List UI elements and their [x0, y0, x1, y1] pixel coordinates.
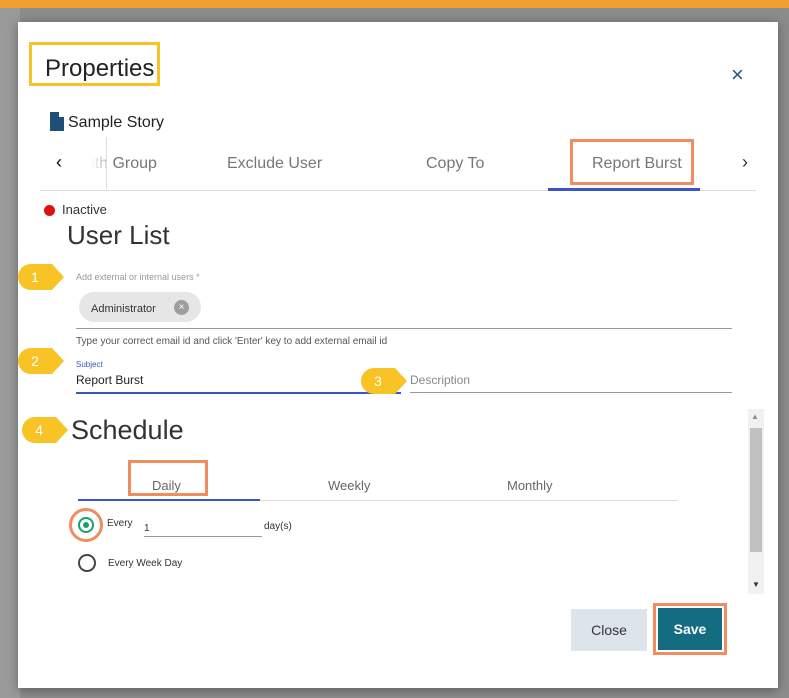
tab-copy-to[interactable]: Copy To	[426, 155, 484, 173]
users-field-label: Add external or internal users *	[76, 272, 200, 282]
daily-active-indicator	[78, 499, 260, 501]
step-badge-1: 1	[18, 264, 64, 290]
tabs-prev-chevron-icon[interactable]: ‹	[56, 152, 62, 173]
tab-weekly[interactable]: Weekly	[328, 478, 370, 493]
status-dot-icon	[44, 205, 55, 216]
story-name: Sample Story	[68, 114, 165, 131]
background-panel	[0, 8, 20, 698]
every-week-day-label: Every Week Day	[108, 558, 183, 569]
subject-label: Subject	[76, 360, 103, 369]
properties-dialog: Properties × Sample Story ‹ With Group ‹…	[18, 22, 778, 688]
chip-remove-icon[interactable]: ×	[174, 300, 189, 315]
description-input[interactable]: Description	[410, 373, 470, 387]
tab-fade-divider	[106, 137, 107, 189]
radio-every-week-day-icon[interactable]	[78, 554, 96, 572]
user-chip-label: Administrator	[91, 303, 156, 315]
subject-input[interactable]: Report Burst	[76, 373, 143, 387]
step-badge-2: 2	[18, 348, 64, 374]
every-days-input[interactable]	[144, 521, 262, 537]
tab-active-indicator	[548, 188, 700, 191]
close-icon[interactable]: ×	[731, 62, 744, 88]
document-icon	[50, 112, 64, 131]
save-button[interactable]: Save	[658, 608, 722, 650]
tab-daily[interactable]: Daily	[152, 478, 181, 493]
days-suffix: day(s)	[264, 521, 292, 532]
user-list-heading: User List	[67, 220, 170, 250]
tab-monthly[interactable]: Monthly	[507, 478, 553, 493]
scroll-up-icon[interactable]: ▲	[751, 412, 759, 421]
every-label: Every	[107, 518, 133, 529]
scrollbar-thumb[interactable]	[750, 428, 762, 552]
schedule-heading: Schedule	[71, 415, 184, 445]
users-input-underline[interactable]	[76, 328, 732, 329]
description-underline	[410, 392, 732, 393]
dialog-title: Properties	[45, 55, 155, 82]
close-button[interactable]: Close	[571, 609, 647, 651]
scroll-down-icon[interactable]: ▼	[752, 580, 760, 589]
step-badge-3: 3	[361, 368, 407, 394]
step-badge-4: 4	[22, 417, 68, 443]
tab-report-burst[interactable]: Report Burst	[592, 155, 682, 173]
status-label: Inactive	[62, 202, 107, 217]
radio-every-icon[interactable]	[78, 517, 94, 533]
tabs-next-icon[interactable]: ›	[742, 152, 748, 173]
tab-scroll-fade	[70, 139, 106, 187]
subject-underline	[76, 392, 401, 394]
top-accent-bar	[0, 0, 789, 8]
users-hint: Type your correct email id and click 'En…	[76, 336, 388, 347]
tab-exclude-user[interactable]: Exclude User	[227, 155, 322, 173]
